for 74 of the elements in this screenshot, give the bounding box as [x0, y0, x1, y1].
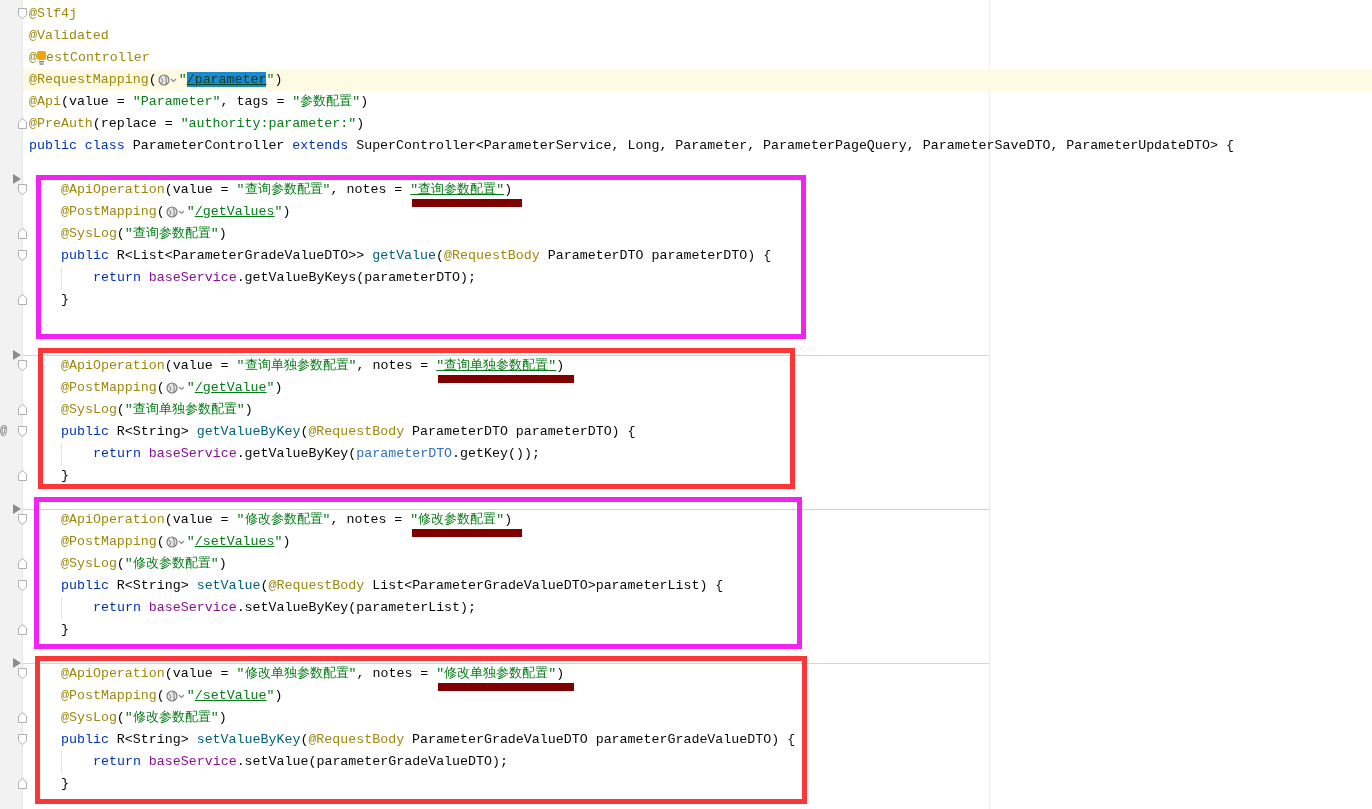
- fold-marker-icon[interactable]: [18, 668, 27, 679]
- run-arrow-icon[interactable]: [13, 174, 21, 184]
- run-arrow-icon[interactable]: [13, 504, 21, 514]
- code-line: return baseService.getValueByKey(parameterDTO.getKey());: [93, 446, 540, 462]
- globe-icon[interactable]: [165, 536, 186, 548]
- globe-icon[interactable]: [165, 206, 186, 218]
- code-text: "/setValues"): [186, 534, 291, 550]
- code-text: @PostMapping(: [61, 534, 165, 550]
- fold-marker-icon[interactable]: [18, 118, 27, 129]
- code-text: @ApiOperation(value = "修改单独参数配置", notes =: [61, 666, 430, 682]
- fold-marker-icon[interactable]: [18, 514, 27, 525]
- fold-marker-icon[interactable]: [18, 360, 27, 371]
- globe-icon[interactable]: [165, 382, 186, 394]
- code-text: "查询参数配置": [410, 182, 505, 198]
- bulb-icon[interactable]: [37, 51, 46, 65]
- code-text: "修改参数配置": [410, 512, 505, 528]
- code-text: "/setValue"): [186, 688, 283, 704]
- code-line: public R<String> setValue(@RequestBody List<ParameterGradeValueDTO>parameterList) {: [61, 578, 724, 594]
- code-line: @Slf4j: [29, 6, 77, 22]
- code-line: }: [61, 468, 69, 484]
- code-line: public R<List<ParameterGradeValueDTO>> getValue(@RequestBody ParameterDTO parameterDTO) {: [61, 248, 772, 264]
- fold-marker-icon[interactable]: [18, 184, 27, 195]
- code-line: @SysLog("查询参数配置"): [61, 226, 227, 242]
- code-line: return baseService.setValueByKey(parameterList);: [93, 600, 477, 616]
- code-text: @PostMapping(: [61, 380, 165, 396]
- fold-marker-icon[interactable]: [18, 470, 27, 481]
- fold-marker-icon[interactable]: [18, 8, 27, 19]
- fold-marker-icon[interactable]: [18, 624, 27, 635]
- code-line: return baseService.getValueByKeys(parameterDTO);: [93, 270, 477, 286]
- code-line: }: [61, 776, 69, 792]
- code-text: "/parameter"): [178, 72, 283, 88]
- code-text: ): [504, 512, 513, 528]
- fold-marker-icon[interactable]: [18, 778, 27, 789]
- code-line: public R<String> setValueByKey(@RequestBody ParameterGradeValueDTO parameterGradeValueDTO) {: [61, 732, 796, 748]
- code-text: @PostMapping(: [61, 204, 165, 220]
- code-line: }: [61, 622, 69, 638]
- fold-marker-icon[interactable]: [18, 734, 27, 745]
- code-text: ): [556, 666, 565, 682]
- code-text: "查询单独参数配置": [436, 358, 557, 374]
- code-text: @ApiOperation(value = "查询参数配置", notes =: [61, 182, 404, 198]
- fold-marker-icon[interactable]: [18, 426, 27, 437]
- code-line: @SysLog("修改参数配置"): [61, 710, 227, 726]
- fold-marker-icon[interactable]: [18, 580, 27, 591]
- code-line: @SysLog("修改参数配置"): [61, 556, 227, 572]
- fold-marker-icon[interactable]: [18, 712, 27, 723]
- fold-marker-icon[interactable]: [18, 558, 27, 569]
- code-line: return baseService.setValue(parameterGradeValueDTO);: [93, 754, 508, 770]
- code-line: @PreAuth(replace = "authority:parameter:"): [29, 116, 365, 132]
- code-text: "/getValue"): [186, 380, 283, 396]
- code-text: ): [504, 182, 513, 198]
- code-line: @Validated: [29, 28, 109, 44]
- code-text: estController: [46, 50, 150, 66]
- code-text: @PostMapping(: [61, 688, 165, 704]
- fold-marker-icon[interactable]: [18, 404, 27, 415]
- fold-marker-icon[interactable]: [18, 250, 27, 261]
- code-text: @RequestMapping(: [29, 72, 157, 88]
- code-line: public R<String> getValueByKey(@RequestBody ParameterDTO parameterDTO) {: [61, 424, 636, 440]
- code-line: @Api(value = "Parameter", tags = "参数配置"): [29, 94, 369, 110]
- code-text: "/getValues"): [186, 204, 291, 220]
- run-arrow-icon[interactable]: [13, 350, 21, 360]
- run-arrow-icon[interactable]: [13, 658, 21, 668]
- code-text: @ApiOperation(value = "查询单独参数配置", notes =: [61, 358, 430, 374]
- code-text: "修改单独参数配置": [436, 666, 557, 682]
- code-text: @: [29, 50, 37, 66]
- code-line: }: [61, 292, 69, 308]
- gutter-marker[interactable]: @: [0, 424, 8, 438]
- code-line: @SysLog("查询单独参数配置"): [61, 402, 253, 418]
- code-text: @ApiOperation(value = "修改参数配置", notes =: [61, 512, 404, 528]
- code-line: public class ParameterController extends SuperController<ParameterService, Long, Parameter, ParameterPageQuery, ParameterSaveDTO, ParameterUpdateDTO> {: [29, 138, 1234, 154]
- code-text: ): [556, 358, 565, 374]
- globe-icon[interactable]: [165, 690, 186, 702]
- fold-marker-icon[interactable]: [18, 228, 27, 239]
- fold-marker-icon[interactable]: [18, 294, 27, 305]
- globe-icon[interactable]: [157, 74, 178, 86]
